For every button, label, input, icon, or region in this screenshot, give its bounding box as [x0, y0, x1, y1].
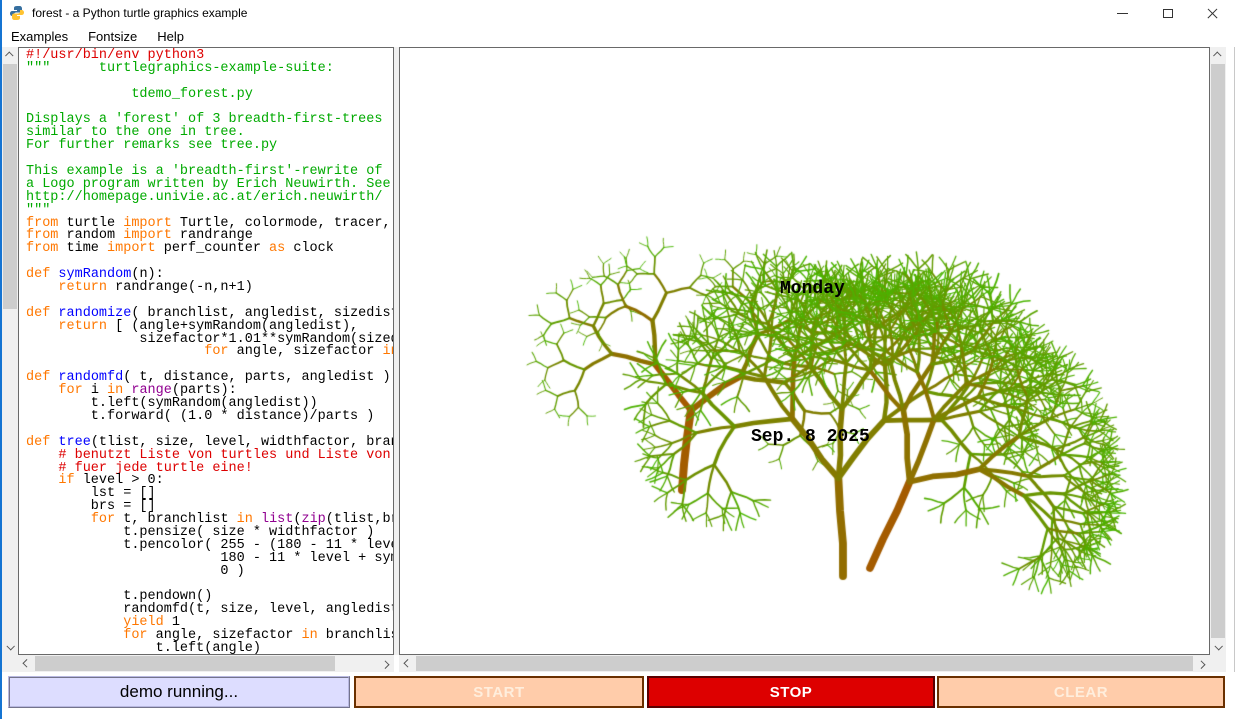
code-line: from time import perf_counter as clock	[26, 243, 393, 256]
menu-item-examples[interactable]: Examples	[2, 26, 78, 47]
chevron-down-icon	[6, 642, 14, 650]
scrollbar-corner	[1210, 655, 1226, 672]
title-bar: forest - a Python turtle graphics exampl…	[2, 0, 1235, 26]
code-line: For further remarks see tree.py	[26, 140, 393, 153]
canvas-vscrollbar[interactable]	[1210, 47, 1226, 655]
minimize-button[interactable]	[1100, 0, 1145, 26]
scrollbar-corner	[2, 655, 18, 672]
code-line: for angle, sizefactor in branchlist ]	[26, 346, 393, 359]
canvas-vscroll-down-arrow[interactable]	[1210, 639, 1226, 655]
app-window: forest - a Python turtle graphics exampl…	[0, 0, 1235, 719]
maximize-icon	[1163, 9, 1173, 18]
chevron-left-icon	[403, 659, 411, 667]
chevron-down-icon	[1214, 642, 1222, 650]
canvas-vscroll-up-arrow[interactable]	[1210, 47, 1226, 63]
status-label: demo running...	[8, 676, 350, 708]
code-vscrollbar[interactable]	[2, 47, 18, 655]
start-button[interactable]: START	[354, 676, 644, 708]
code-line: return randrange(-n,n+1)	[26, 282, 393, 295]
canvas-hscroll-right-arrow[interactable]	[1194, 655, 1210, 672]
code-vscroll-down-arrow[interactable]	[2, 639, 18, 655]
chevron-left-icon	[22, 659, 30, 667]
chevron-right-icon	[1197, 660, 1205, 668]
canvas-hscrollbar[interactable]	[399, 655, 1210, 672]
code-vscroll-thumb[interactable]	[3, 64, 17, 309]
code-hscroll-left-arrow[interactable]	[18, 655, 34, 672]
chevron-up-icon	[1213, 51, 1221, 59]
code-hscroll-right-arrow[interactable]	[378, 655, 394, 672]
code-line: """ turtlegraphics-example-suite:	[26, 63, 393, 76]
canvas-date-label: Sep. 8 2025	[751, 427, 870, 447]
chevron-right-icon	[381, 660, 389, 668]
menu-bar: Examples Fontsize Help	[2, 26, 1235, 47]
turtle-drawing-canvas	[400, 48, 1209, 654]
python-turtle-icon	[9, 5, 25, 21]
window-title: forest - a Python turtle graphics exampl…	[32, 6, 247, 20]
code-vscroll-up-arrow[interactable]	[2, 47, 18, 63]
code-line: http://homepage.univie.ac.at/erich.neuwi…	[26, 192, 393, 205]
code-text[interactable]: #!/usr/bin/env python3""" turtlegraphics…	[18, 47, 394, 655]
code-line: t.forward( (1.0 * distance)/parts )	[26, 411, 393, 424]
graphics-pane: Monday Sep. 8 2025	[399, 47, 1210, 655]
menu-item-fontsize[interactable]: Fontsize	[78, 26, 147, 47]
stop-button[interactable]: STOP	[647, 676, 935, 708]
bottom-bar: demo running... START STOP CLEAR	[2, 672, 1235, 719]
window-controls	[1100, 0, 1235, 26]
canvas-hscroll-left-arrow[interactable]	[399, 655, 415, 672]
clear-button[interactable]: CLEAR	[937, 676, 1225, 708]
canvas-vscroll-thumb[interactable]	[1211, 64, 1225, 638]
canvas-weekday-label: Monday	[780, 279, 845, 299]
minimize-icon	[1117, 13, 1128, 14]
menu-item-help[interactable]: Help	[147, 26, 194, 47]
code-hscroll-thumb[interactable]	[35, 656, 335, 671]
code-line: tdemo_forest.py	[26, 89, 393, 102]
maximize-button[interactable]	[1145, 0, 1190, 26]
code-hscrollbar[interactable]	[18, 655, 394, 672]
close-button[interactable]	[1190, 0, 1235, 26]
canvas-hscroll-thumb[interactable]	[416, 656, 1193, 671]
chevron-up-icon	[5, 51, 13, 59]
code-line: 0 )	[26, 566, 393, 579]
close-icon	[1206, 7, 1219, 20]
